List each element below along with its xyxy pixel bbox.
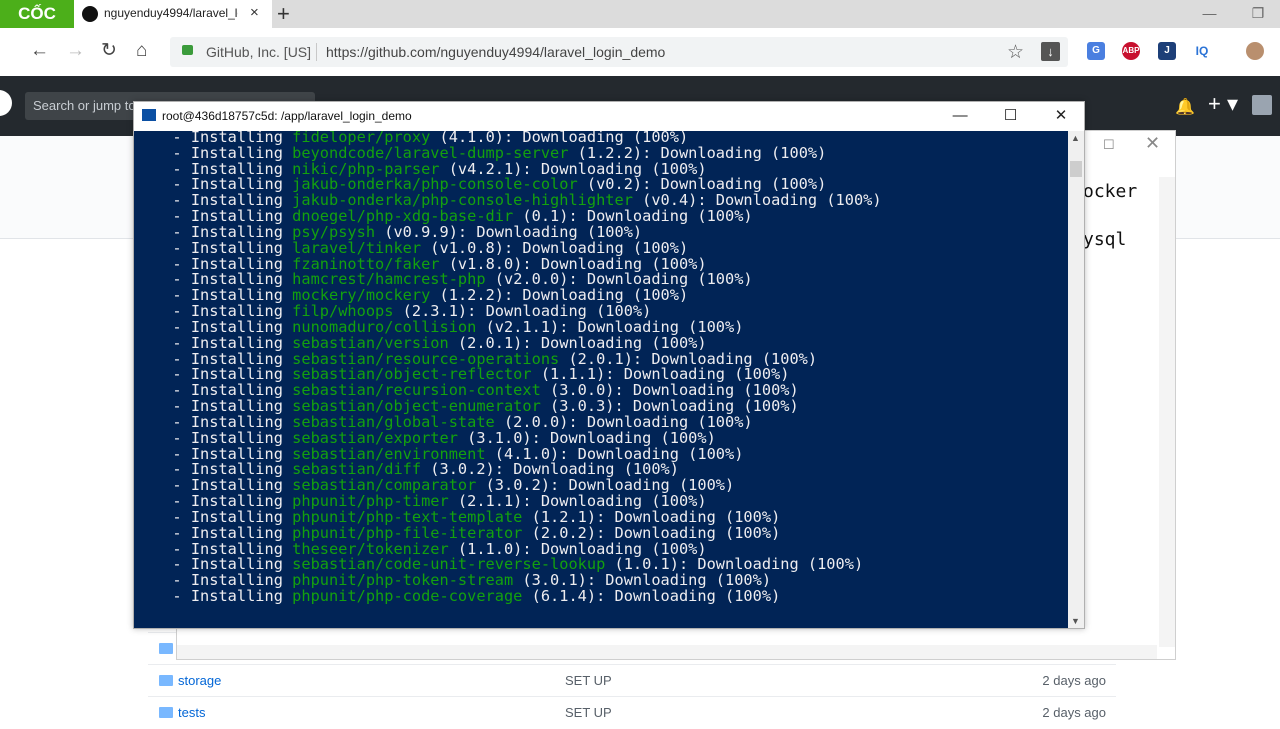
terminal-lines: - Installing fideloper/proxy (4.1.0): Do…	[154, 131, 882, 606]
folder-icon	[159, 707, 173, 718]
commit-age: 2 days ago	[1042, 705, 1106, 720]
restore-button[interactable]: ❐	[1236, 0, 1280, 26]
back-icon[interactable]: ←	[30, 41, 49, 61]
terminal-window-controls: — ☐ ✕	[937, 102, 1084, 131]
file-name[interactable]: tests	[178, 705, 205, 720]
address-separator	[316, 43, 317, 61]
scroll-up-icon[interactable]: ▲	[1071, 133, 1080, 143]
address-bar[interactable]: GitHub, Inc. [US] https://github.com/ngu…	[170, 37, 1068, 67]
file-row-storage[interactable]: storage SET UP 2 days ago	[148, 664, 1116, 697]
notifications-bell-icon[interactable]: 🔔	[1175, 97, 1195, 117]
github-logo-icon[interactable]	[0, 90, 12, 116]
minimize-button[interactable]: —	[937, 102, 983, 130]
folder-icon	[159, 643, 173, 654]
commit-message[interactable]: SET UP	[565, 705, 612, 720]
translate-extension-icon[interactable]: G	[1087, 42, 1105, 60]
tab-title: nguyenduy4994/laravel_lo	[104, 6, 238, 20]
install-prefix: - Installing	[154, 587, 293, 606]
home-icon[interactable]: ⌂	[136, 41, 147, 61]
terminal-titlebar[interactable]: root@436d18757c5d: /app/laravel_login_de…	[134, 102, 1084, 131]
github-avatar[interactable]	[1252, 95, 1272, 115]
site-identity: GitHub, Inc. [US]	[206, 44, 312, 60]
j-extension-icon[interactable]: J	[1158, 42, 1176, 60]
tab-close-icon[interactable]: ×	[250, 4, 259, 21]
window-controls: — ❐	[1188, 0, 1280, 28]
adblock-extension-icon[interactable]: ABP	[1122, 42, 1140, 60]
maximize-button[interactable]: ☐	[988, 102, 1034, 130]
horizontal-scrollbar[interactable]	[177, 645, 1157, 659]
editor-text: ocker	[1083, 181, 1138, 202]
forward-icon[interactable]: →	[66, 41, 85, 61]
download-icon[interactable]: ↓	[1041, 42, 1060, 61]
vertical-scrollbar[interactable]	[1159, 177, 1175, 647]
reload-icon[interactable]: ↻	[101, 41, 117, 61]
file-name[interactable]: storage	[178, 673, 221, 688]
scroll-down-icon[interactable]: ▼	[1071, 616, 1080, 626]
maximize-icon[interactable]: ☐	[1103, 137, 1115, 153]
url-text[interactable]: https://github.com/nguyenduy4994/laravel…	[326, 44, 665, 60]
terminal-scrollbar[interactable]: ▲ ▼	[1068, 131, 1084, 628]
github-favicon-icon	[82, 6, 98, 22]
terminal-output[interactable]: - Installing fideloper/proxy (4.1.0): Do…	[134, 131, 1068, 628]
terminal-window[interactable]: root@436d18757c5d: /app/laravel_login_de…	[133, 101, 1085, 629]
package-version-status: (6.1.4): Downloading (100%)	[522, 587, 781, 606]
browser-tab[interactable]: nguyenduy4994/laravel_lo ×	[74, 0, 272, 28]
bookmark-star-icon[interactable]: ☆	[1007, 41, 1024, 64]
browser-toolbar: ← → ↻ ⌂ GitHub, Inc. [US] https://github…	[0, 28, 1280, 77]
terminal-title: root@436d18757c5d: /app/laravel_login_de…	[162, 109, 412, 123]
editor-text: ysql	[1083, 229, 1127, 250]
close-button[interactable]: ✕	[1038, 102, 1084, 130]
browser-logo[interactable]: CỐC CỐC	[0, 0, 74, 51]
commit-message[interactable]: SET UP	[565, 673, 612, 688]
folder-icon	[159, 675, 173, 686]
browser-tab-strip: CỐC CỐC nguyenduy4994/laravel_lo × + — ❐	[0, 0, 1280, 51]
create-new-menu[interactable]: + ▾	[1208, 91, 1238, 117]
package-name: phpunit/php-code-coverage	[292, 587, 523, 606]
file-row-tests[interactable]: tests SET UP 2 days ago	[148, 696, 1116, 729]
minimize-button[interactable]: —	[1188, 0, 1232, 26]
profile-avatar-icon[interactable]	[1246, 42, 1264, 60]
new-tab-button[interactable]: +	[277, 1, 290, 27]
terminal-line: - Installing phpunit/php-code-coverage (…	[154, 587, 882, 606]
iq-extension-icon[interactable]: IQ	[1193, 42, 1211, 60]
scrollbar-thumb[interactable]	[1070, 161, 1082, 177]
close-icon[interactable]: ✕	[1145, 133, 1160, 154]
lock-icon	[182, 45, 193, 55]
terminal-icon	[142, 109, 156, 121]
commit-age: 2 days ago	[1042, 673, 1106, 688]
